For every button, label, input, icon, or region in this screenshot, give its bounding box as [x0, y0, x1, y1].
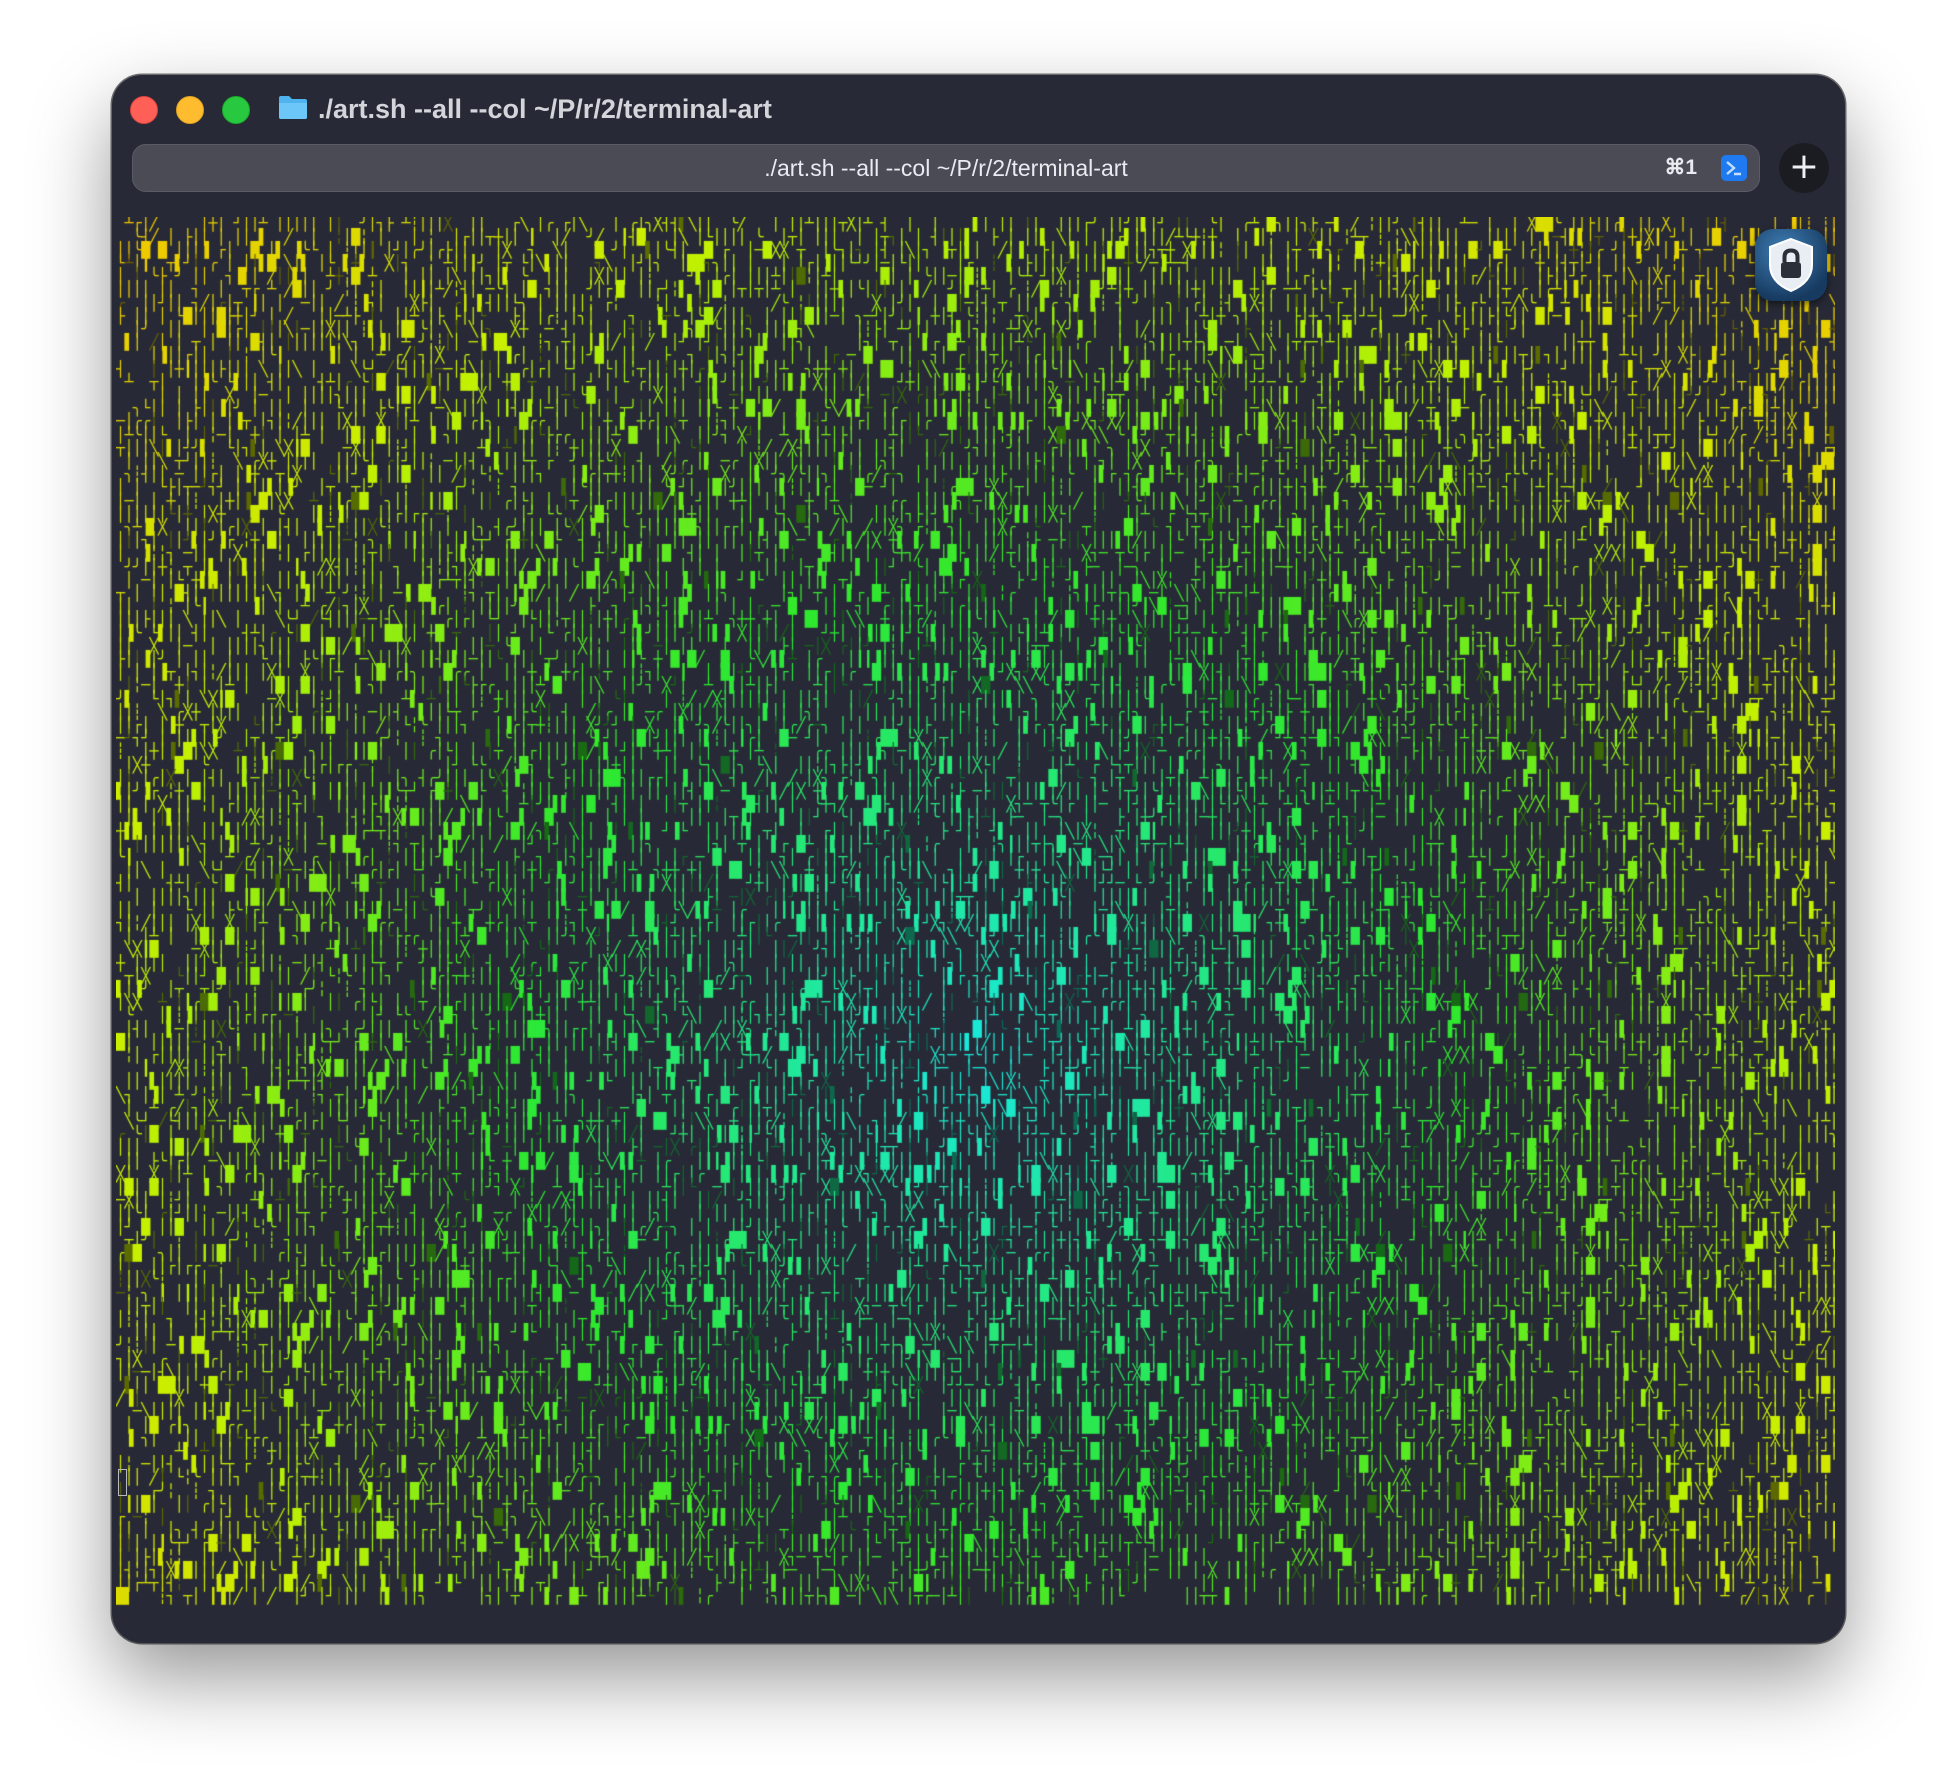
terminal-cursor — [118, 1469, 127, 1496]
zoom-button[interactable] — [222, 96, 250, 124]
minimize-button[interactable] — [176, 96, 204, 124]
new-tab-button[interactable]: + — [1779, 143, 1829, 193]
tab-shortcut: ⌘1 — [1664, 156, 1697, 179]
tab-active[interactable]: ./art.sh --all --col ~/P/r/2/terminal-ar… — [132, 144, 1760, 192]
close-button[interactable] — [130, 96, 158, 124]
app-badge-icon — [1721, 155, 1747, 181]
terminal-window: ./art.sh --all --col ~/P/r/2/terminal-ar… — [112, 75, 1845, 1643]
folder-icon — [279, 96, 307, 119]
ascii-art-canvas — [116, 217, 1835, 1607]
terminal-output[interactable] — [116, 217, 1835, 1607]
lock-shield-icon[interactable] — [1755, 229, 1827, 301]
tab-title: ./art.sh --all --col ~/P/r/2/terminal-ar… — [764, 155, 1128, 181]
title-bar[interactable]: ./art.sh --all --col ~/P/r/2/terminal-ar… — [112, 75, 1845, 139]
window-title: ./art.sh --all --col ~/P/r/2/terminal-ar… — [318, 94, 772, 124]
